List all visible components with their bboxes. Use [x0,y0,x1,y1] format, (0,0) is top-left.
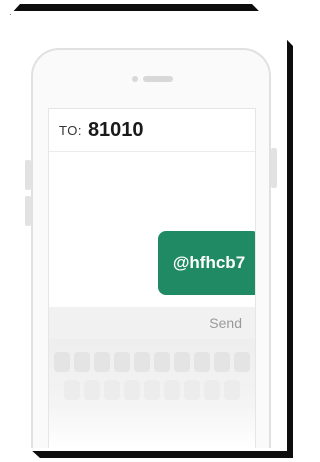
keyboard-key[interactable] [194,352,210,372]
keyboard-key[interactable] [224,380,240,400]
camera-dot [132,76,138,82]
keyboard-key[interactable] [184,380,200,400]
keyboard-key[interactable] [174,352,190,372]
sms-screen: TO: 81010 @hfhcb7 Send [48,108,256,448]
sent-message-bubble: @hfhcb7 [158,231,255,295]
keyboard [49,339,255,448]
bubble-tail [251,285,255,295]
to-label: TO: [59,122,82,138]
keyboard-key[interactable] [94,352,110,372]
keyboard-key[interactable] [234,352,250,372]
keyboard-key[interactable] [114,352,130,372]
recipient-number[interactable]: 81010 [88,119,144,142]
keyboard-key[interactable] [64,380,80,400]
compose-bar: Send [49,307,255,339]
message-text: @hfhcb7 [172,253,246,272]
phone-mockup: TO: 81010 @hfhcb7 Send [31,48,271,448]
keyboard-row [49,352,255,372]
keyboard-key[interactable] [144,380,160,400]
phone-earpiece [132,76,173,82]
keyboard-row [49,380,255,400]
keyboard-key[interactable] [204,380,220,400]
keyboard-key[interactable] [84,380,100,400]
keyboard-key[interactable] [124,380,140,400]
send-button[interactable]: Send [209,315,242,331]
keyboard-key[interactable] [54,352,70,372]
recipient-field[interactable]: TO: 81010 [49,109,255,152]
keyboard-key[interactable] [104,380,120,400]
speaker-slot [143,76,173,82]
keyboard-key[interactable] [214,352,230,372]
keyboard-key[interactable] [164,380,180,400]
keyboard-key[interactable] [74,352,90,372]
keyboard-key[interactable] [154,352,170,372]
phone-side-button [271,148,277,188]
keyboard-key[interactable] [134,352,150,372]
